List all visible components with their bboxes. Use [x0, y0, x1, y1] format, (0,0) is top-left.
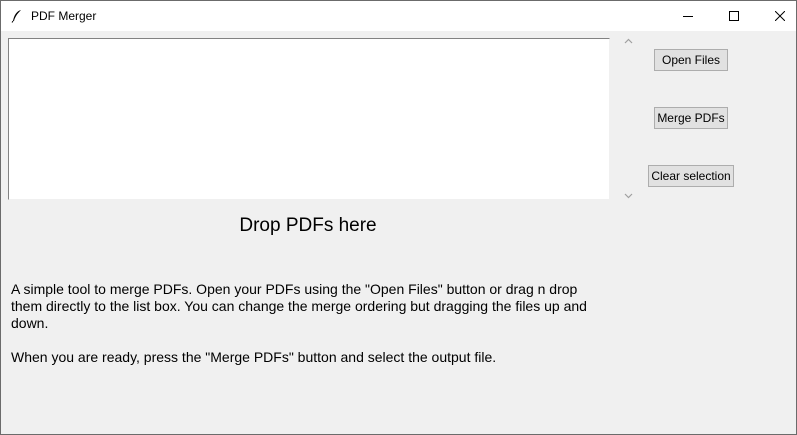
instructions-text: When you are ready, press the "Merge PDF…	[11, 349, 497, 365]
pdf-file-listbox[interactable]	[8, 38, 610, 200]
app-window: PDF Merger Open Files Merge PDFs Clear s…	[0, 0, 797, 435]
listbox-scrollbar[interactable]	[620, 32, 637, 204]
feather-icon	[11, 9, 23, 23]
minimize-icon	[683, 11, 693, 21]
close-button[interactable]	[757, 1, 797, 31]
minimize-button[interactable]	[665, 1, 711, 31]
drop-zone-label: Drop PDFs here	[239, 215, 377, 236]
close-icon	[775, 11, 785, 21]
maximize-icon	[729, 11, 739, 21]
maximize-button[interactable]	[711, 1, 757, 31]
window-title: PDF Merger	[31, 9, 97, 23]
description-text: A simple tool to merge PDFs. Open your P…	[11, 281, 587, 331]
open-files-button[interactable]: Open Files	[654, 49, 728, 71]
title-bar[interactable]: PDF Merger	[1, 1, 796, 31]
clear-selection-button[interactable]: Clear selection	[648, 165, 734, 187]
merge-pdfs-button[interactable]: Merge PDFs	[654, 107, 728, 129]
scroll-up-icon[interactable]	[620, 32, 637, 49]
scroll-down-icon[interactable]	[620, 187, 637, 204]
